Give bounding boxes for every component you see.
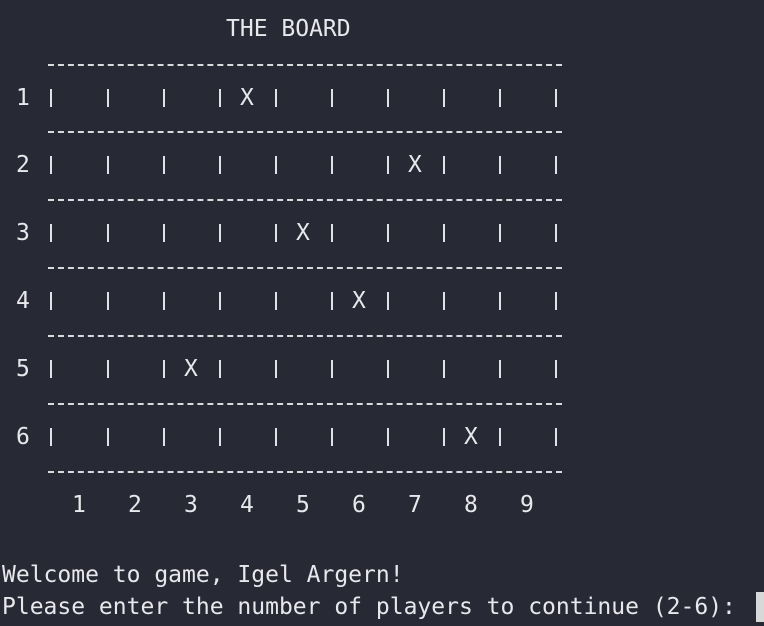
cell-divider: [499, 156, 501, 174]
board-separator: [48, 131, 562, 133]
player-count-prompt: Please enter the number of players to co…: [2, 594, 750, 620]
board-mark: X: [408, 152, 422, 178]
column-label: 6: [352, 492, 366, 518]
cell-divider: [107, 360, 109, 378]
board-separator: [48, 471, 562, 473]
cell-divider: [50, 89, 52, 107]
cell-divider: [219, 224, 221, 242]
board-mark: X: [464, 424, 478, 450]
cell-divider: [387, 156, 389, 174]
board-separator: [48, 267, 562, 269]
cell-divider: [499, 360, 501, 378]
cell-divider: [107, 224, 109, 242]
cell-divider: [275, 156, 277, 174]
cell-divider: [443, 89, 445, 107]
board-separator: [48, 64, 562, 66]
cell-divider: [499, 89, 501, 107]
cell-divider: [163, 360, 165, 378]
welcome-message: Welcome to game, Igel Argern!: [2, 562, 404, 588]
cell-divider: [107, 292, 109, 310]
cell-divider: [555, 224, 557, 242]
cell-divider: [443, 360, 445, 378]
row-label: 1: [16, 85, 30, 111]
cell-divider: [555, 428, 557, 446]
cell-divider: [555, 89, 557, 107]
cell-divider: [107, 89, 109, 107]
cell-divider: [555, 292, 557, 310]
row-label: 6: [16, 424, 30, 450]
board-mark: X: [296, 220, 310, 246]
cell-divider: [331, 428, 333, 446]
cell-divider: [107, 156, 109, 174]
cell-divider: [331, 292, 333, 310]
column-label: 4: [240, 492, 254, 518]
cell-divider: [331, 360, 333, 378]
cell-divider: [163, 156, 165, 174]
cell-divider: [50, 156, 52, 174]
cell-divider: [331, 89, 333, 107]
cell-divider: [387, 89, 389, 107]
cell-divider: [107, 428, 109, 446]
cell-divider: [499, 224, 501, 242]
cell-divider: [443, 428, 445, 446]
cell-divider: [50, 292, 52, 310]
cell-divider: [387, 292, 389, 310]
board-title: THE BOARD: [226, 16, 351, 42]
board-mark: X: [240, 85, 254, 111]
cell-divider: [219, 360, 221, 378]
board-separator: [48, 199, 562, 201]
column-label: 2: [128, 492, 142, 518]
row-label: 2: [16, 152, 30, 178]
cell-divider: [331, 224, 333, 242]
cell-divider: [219, 89, 221, 107]
board-mark: X: [184, 356, 198, 382]
column-label: 7: [408, 492, 422, 518]
cell-divider: [387, 224, 389, 242]
board-separator: [48, 403, 562, 405]
cell-divider: [275, 224, 277, 242]
cell-divider: [50, 428, 52, 446]
cell-divider: [163, 224, 165, 242]
column-label: 3: [184, 492, 198, 518]
row-label: 3: [16, 220, 30, 246]
cell-divider: [443, 224, 445, 242]
cell-divider: [50, 360, 52, 378]
board-mark: X: [352, 288, 366, 314]
cell-divider: [219, 292, 221, 310]
cell-divider: [275, 292, 277, 310]
cell-divider: [443, 292, 445, 310]
cell-divider: [555, 156, 557, 174]
column-label: 1: [72, 492, 86, 518]
terminal-window: THE BOARD 1 X 2 X 3 X 4 X 5 X 6 X 1 2 3 4 5 6 7 8 9 Welcome …: [0, 0, 764, 626]
cell-divider: [275, 89, 277, 107]
cell-divider: [387, 360, 389, 378]
cell-divider: [387, 428, 389, 446]
cell-divider: [163, 292, 165, 310]
cell-divider: [163, 428, 165, 446]
cell-divider: [163, 89, 165, 107]
row-label: 5: [16, 356, 30, 382]
cell-divider: [219, 428, 221, 446]
cell-divider: [219, 156, 221, 174]
column-label: 8: [464, 492, 478, 518]
cell-divider: [499, 428, 501, 446]
cell-divider: [275, 428, 277, 446]
board-separator: [48, 335, 562, 337]
column-label: 5: [296, 492, 310, 518]
cell-divider: [499, 292, 501, 310]
cell-divider: [555, 360, 557, 378]
row-label: 4: [16, 288, 30, 314]
cell-divider: [331, 156, 333, 174]
column-label: 9: [520, 492, 534, 518]
input-cursor[interactable]: [756, 592, 764, 622]
cell-divider: [50, 224, 52, 242]
cell-divider: [275, 360, 277, 378]
cell-divider: [443, 156, 445, 174]
